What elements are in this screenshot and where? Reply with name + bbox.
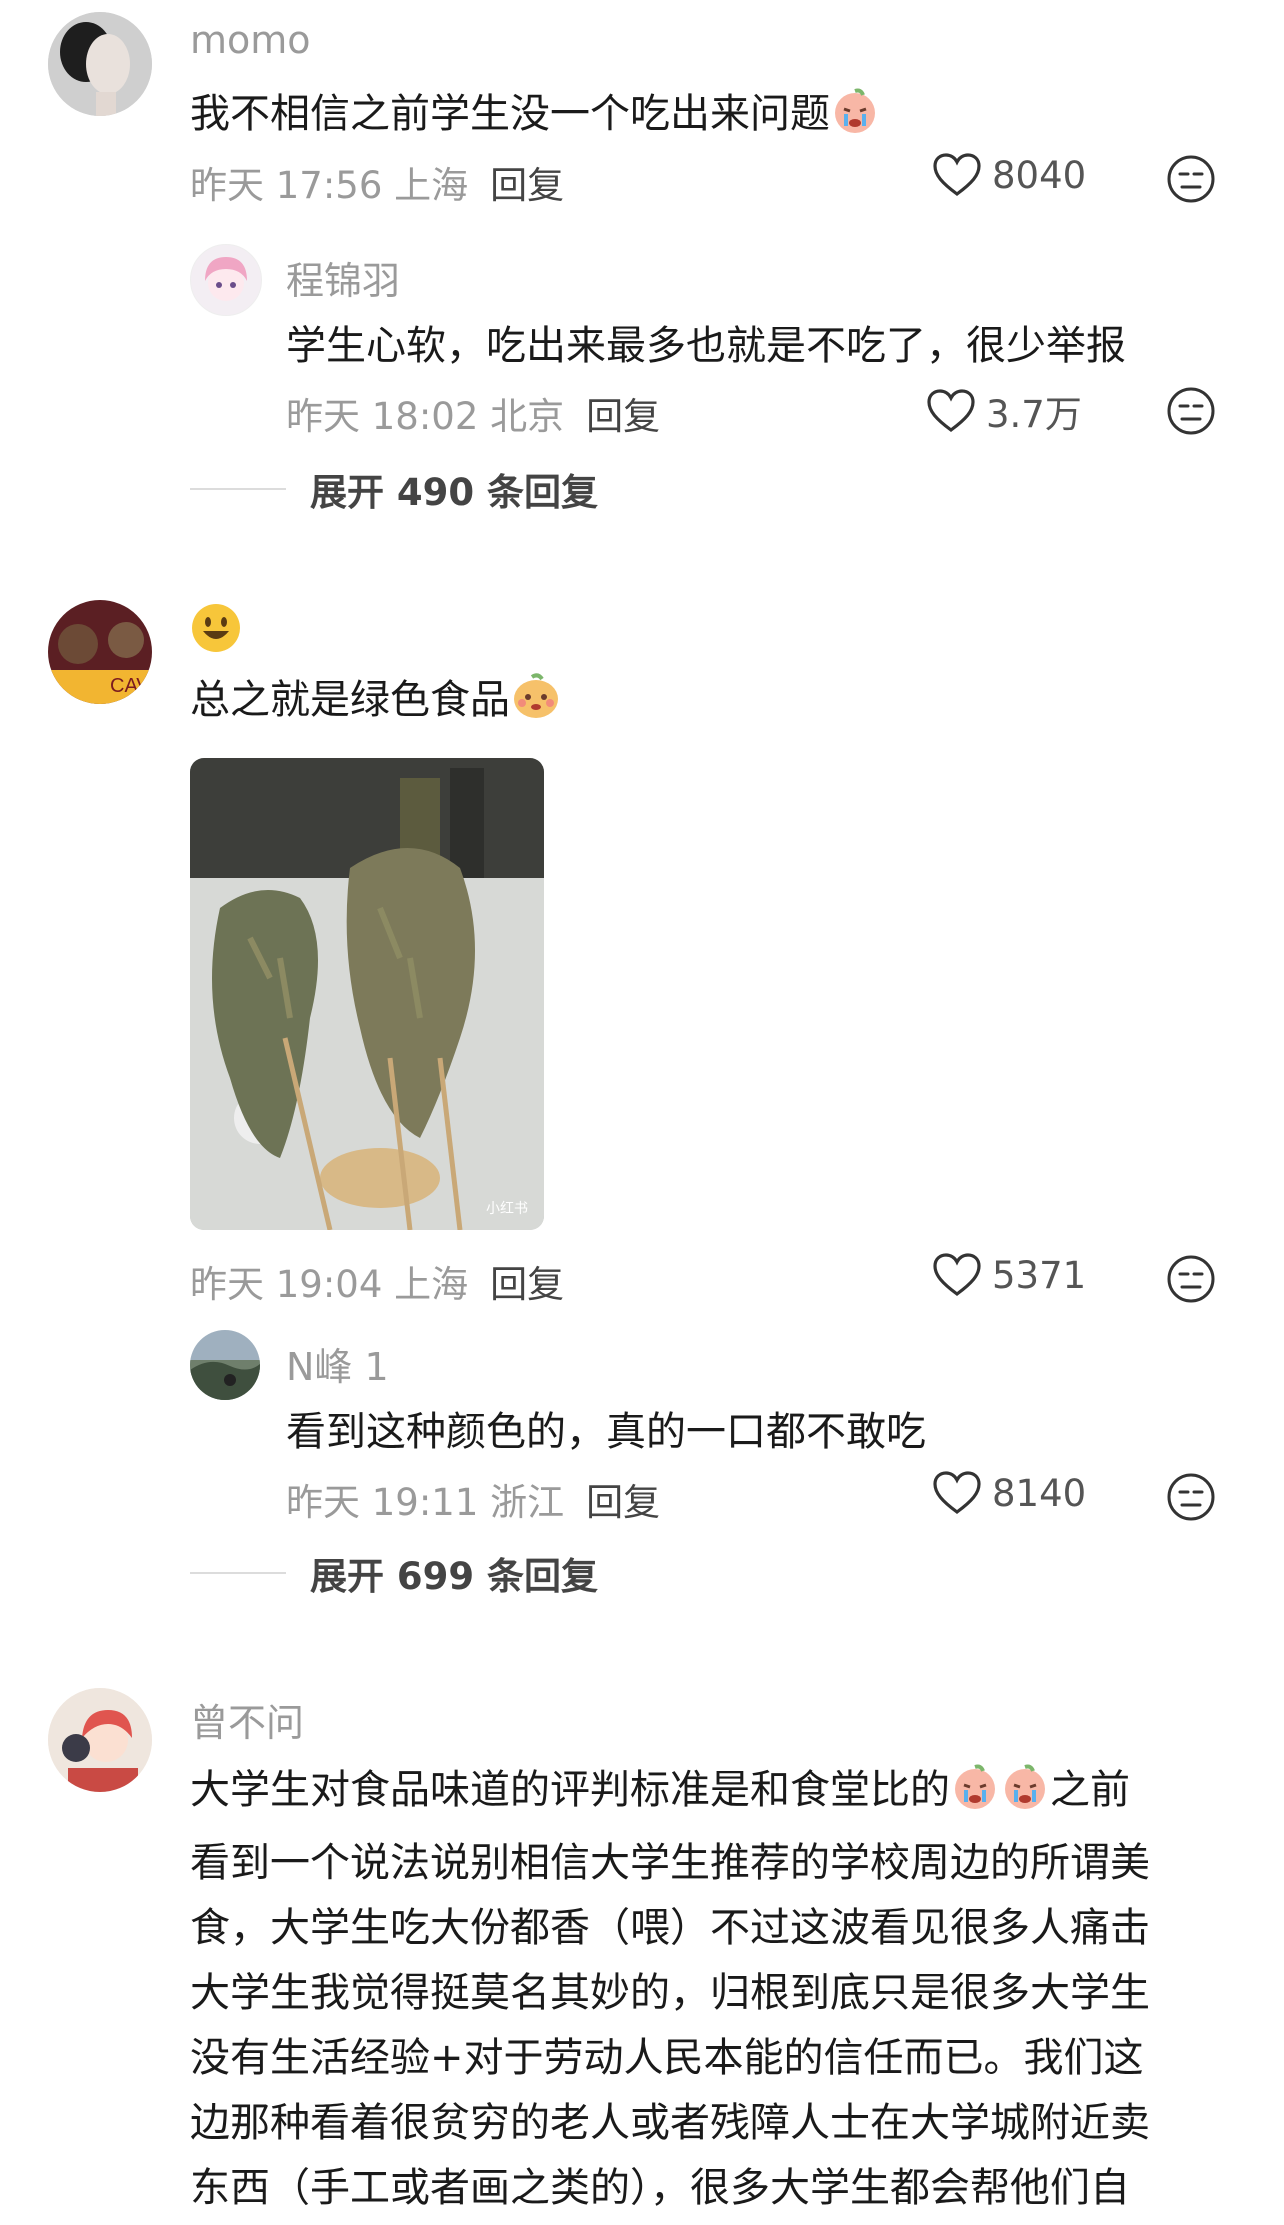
comment-text: 总之就是绿色食品 <box>190 668 562 741</box>
dislike-button[interactable] <box>1166 1254 1216 1308</box>
expand-replies-label: 展开 490 条回复 <box>310 471 598 514</box>
neutral-face-icon <box>1167 1255 1215 1303</box>
smiley-emoji <box>190 602 242 658</box>
comment-text-line: 东西（手工或者画之类的），很多大学生都会帮他们自 <box>190 2165 1130 2211</box>
reply-avatar[interactable] <box>190 1330 260 1400</box>
dislike-button[interactable] <box>1166 1472 1216 1526</box>
reply-button[interactable]: 回复 <box>586 386 660 440</box>
avatar-sports-image: CAV <box>48 600 152 704</box>
avatar-anime-image <box>48 1688 152 1792</box>
comment-text-segment: 之前 <box>1050 1767 1130 1813</box>
reply-button[interactable]: 回复 <box>490 155 564 209</box>
comment-text-line: 边那种看着很贫穷的老人或者残障人士在大学城附近卖 <box>190 2100 1150 2146</box>
neutral-face-icon <box>1167 1473 1215 1521</box>
reply-text: 看到这种颜色的，真的一口都不敢吃 <box>286 1409 926 1455</box>
expand-replies-button[interactable]: 展开 699 条回复 <box>190 1546 598 1600</box>
reply-username[interactable]: N峰 1 <box>286 1336 389 1391</box>
crying-emoji <box>1000 1761 1050 1831</box>
avatar-landscape-image <box>190 1330 260 1400</box>
reply-text: 学生心软，吃出来最多也就是不吃了，很少举报 <box>286 323 1126 369</box>
reply-username[interactable]: 程锦羽 <box>286 250 400 305</box>
reply-button[interactable]: 回复 <box>490 1254 564 1308</box>
food-photo-image: 小红书 <box>190 758 544 1230</box>
avatar[interactable]: CAV <box>48 600 152 704</box>
comment-text-line: 食，大学生吃大份都香（喂）不过这波看见很多人痛击 <box>190 1905 1150 1951</box>
comment-image[interactable]: 小红书 <box>190 758 544 1230</box>
expand-replies-button[interactable]: 展开 490 条回复 <box>190 462 598 516</box>
reply-meta: 昨天 19:11 浙江 回复 <box>286 1472 660 1526</box>
avatar[interactable] <box>48 12 152 116</box>
comment-text-line: 没有生活经验+对于劳动人民本能的信任而已。我们这 <box>190 2035 1144 2081</box>
image-watermark: 小红书 <box>486 1200 528 1216</box>
like-count: 3.7万 <box>986 393 1082 436</box>
comment-meta: 昨天 17:56 上海 回复 <box>190 155 564 209</box>
comment-text-line: 看到一个说法说别相信大学生推荐的学校周边的所谓美 <box>190 1840 1150 1886</box>
avatar-anime-image <box>205 257 247 301</box>
avatar[interactable] <box>48 1688 152 1792</box>
like-count: 8040 <box>992 153 1087 197</box>
peach-face-emoji <box>510 669 562 741</box>
comment-text-line: 大学生我觉得挺莫名其妙的，归根到底只是很多大学生 <box>190 1970 1150 2016</box>
comment-text-body: 总之就是绿色食品 <box>190 677 510 723</box>
comment-text-segment: 大学生对食品味道的评判标准是和食堂比的 <box>190 1767 950 1813</box>
crying-emoji <box>950 1761 1000 1831</box>
reply-button[interactable]: 回复 <box>586 1472 660 1526</box>
heart-outline-icon <box>933 1253 981 1296</box>
like-button[interactable]: 8040 <box>932 152 1086 198</box>
like-count: 8140 <box>992 1471 1087 1515</box>
neutral-face-icon <box>1167 387 1215 435</box>
dislike-button[interactable] <box>1166 154 1216 208</box>
comment-text-line: 大学生对食品味道的评判标准是和食堂比的 之前 <box>190 1758 1250 1831</box>
like-button[interactable]: 8140 <box>932 1470 1086 1516</box>
heart-outline-icon <box>933 1471 981 1514</box>
neutral-face-icon <box>1167 155 1215 203</box>
crying-emoji <box>830 85 880 155</box>
like-count: 5371 <box>992 1253 1087 1297</box>
dislike-button[interactable] <box>1166 386 1216 440</box>
comment-username[interactable]: 曾不问 <box>190 1692 304 1747</box>
reply-avatar[interactable] <box>190 244 262 316</box>
comment-text-body: 我不相信之前学生没一个吃出来问题 <box>190 91 830 137</box>
reply-time: 昨天 18:02 北京 <box>286 395 565 438</box>
comment-text: 我不相信之前学生没一个吃出来问题 <box>190 82 880 155</box>
heart-outline-icon <box>933 153 981 196</box>
reply-meta: 昨天 18:02 北京 回复 <box>286 386 660 440</box>
divider-line <box>190 1572 286 1574</box>
comment-time: 昨天 17:56 上海 <box>190 164 469 207</box>
comment-time: 昨天 19:04 上海 <box>190 1263 469 1306</box>
comment-meta: 昨天 19:04 上海 回复 <box>190 1254 564 1308</box>
like-button[interactable]: 3.7万 <box>926 384 1082 438</box>
divider-line <box>190 488 286 490</box>
svg-text:CAV: CAV <box>110 675 150 697</box>
like-button[interactable]: 5371 <box>932 1252 1086 1298</box>
avatar-portrait-image <box>48 12 152 116</box>
heart-outline-icon <box>927 389 975 432</box>
comment-username[interactable]: momo <box>190 18 311 62</box>
reply-time: 昨天 19:11 浙江 <box>286 1481 565 1524</box>
comment-text: 大学生对食品味道的评判标准是和食堂比的 之前 看到一个说法说别相信大学生推荐的学校… <box>190 1758 1250 2221</box>
expand-replies-label: 展开 699 条回复 <box>310 1555 598 1598</box>
